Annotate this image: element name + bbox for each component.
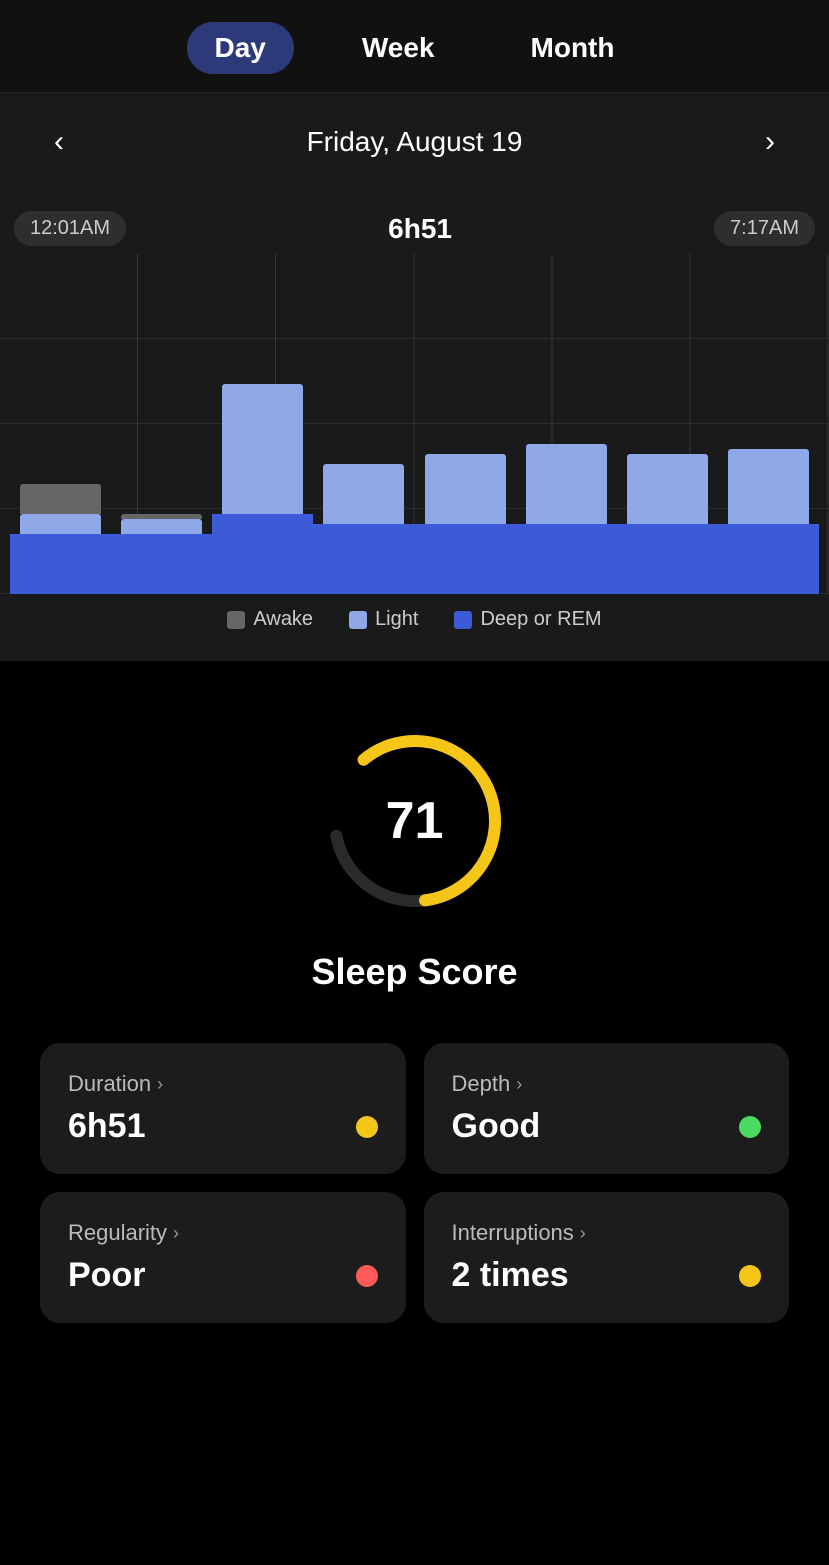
bar-deep-2 [212, 514, 313, 594]
time-labels: 12:01AM 6h51 7:17AM [0, 191, 829, 254]
end-time-badge: 7:17AM [714, 211, 815, 246]
bar-chart [0, 254, 829, 594]
bar-group-6 [617, 254, 718, 594]
metric-dot-interruptions [739, 1265, 761, 1287]
duration-label: 6h51 [388, 213, 452, 245]
bar-group-7 [718, 254, 819, 594]
bar-awake-0 [20, 484, 101, 514]
metric-header-regularity: Regularity › [68, 1220, 378, 1246]
chevron-icon-regularity: › [173, 1223, 179, 1244]
next-arrow[interactable]: › [751, 121, 789, 163]
metric-value-row-interruptions: 2 times [452, 1256, 762, 1295]
legend-deep: Deep or REM [454, 608, 601, 631]
metric-header-duration: Duration › [68, 1071, 378, 1097]
metrics-grid: Duration › 6h51 Depth › Good Regularity [20, 1043, 809, 1323]
score-section: 71 Sleep Score Duration › 6h51 Depth › G… [0, 661, 829, 1353]
bar-group-4 [415, 254, 516, 594]
bar-deep-3 [313, 524, 414, 594]
score-value: 71 [386, 791, 444, 851]
metric-card-interruptions[interactable]: Interruptions › 2 times [424, 1192, 790, 1323]
metric-value-regularity: Poor [68, 1256, 145, 1295]
sleep-score-label: Sleep Score [311, 951, 517, 993]
metric-dot-duration [356, 1116, 378, 1138]
metric-card-regularity[interactable]: Regularity › Poor [40, 1192, 406, 1323]
bar-deep-6 [617, 524, 718, 594]
date-navigation: ‹ Friday, August 19 › [0, 93, 829, 191]
metric-value-interruptions: 2 times [452, 1256, 569, 1295]
bar-light-5 [526, 444, 607, 524]
bar-light-0 [20, 514, 101, 534]
score-ring: 71 [315, 721, 515, 921]
bar-deep-7 [718, 524, 819, 594]
tab-week[interactable]: Week [334, 22, 463, 74]
tab-month[interactable]: Month [503, 22, 643, 74]
metric-card-duration[interactable]: Duration › 6h51 [40, 1043, 406, 1174]
chevron-icon-interruptions: › [580, 1223, 586, 1244]
bar-deep-4 [415, 524, 516, 594]
bar-group-0 [10, 254, 111, 594]
bar-light-2 [222, 384, 303, 514]
metric-value-row-depth: Good [452, 1107, 762, 1146]
bar-group-5 [516, 254, 617, 594]
light-dot [349, 611, 367, 629]
legend-light: Light [349, 608, 418, 631]
metric-value-duration: 6h51 [68, 1107, 146, 1146]
metric-card-depth[interactable]: Depth › Good [424, 1043, 790, 1174]
metric-value-row-regularity: Poor [68, 1256, 378, 1295]
tab-bar: Day Week Month [0, 0, 829, 93]
prev-arrow[interactable]: ‹ [40, 121, 78, 163]
metric-dot-regularity [356, 1265, 378, 1287]
bar-group-1 [111, 254, 212, 594]
bar-group-2 [212, 254, 313, 594]
current-date: Friday, August 19 [307, 126, 523, 158]
tab-day[interactable]: Day [187, 22, 294, 74]
bar-light-1 [121, 519, 202, 534]
metric-dot-depth [739, 1116, 761, 1138]
legend-awake: Awake [227, 608, 313, 631]
metric-header-interruptions: Interruptions › [452, 1220, 762, 1246]
sleep-chart-area: 12:01AM 6h51 7:17AM Awake Light Deep or … [0, 191, 829, 661]
bar-deep-1 [111, 534, 212, 594]
bar-deep-5 [516, 524, 617, 594]
bar-light-4 [425, 454, 506, 524]
start-time-badge: 12:01AM [14, 211, 126, 246]
bar-light-7 [728, 449, 809, 524]
chevron-icon-depth: › [516, 1074, 522, 1095]
bar-light-3 [323, 464, 404, 524]
bar-deep-0 [10, 534, 111, 594]
bar-light-6 [627, 454, 708, 524]
deep-dot [454, 611, 472, 629]
awake-dot [227, 611, 245, 629]
metric-header-depth: Depth › [452, 1071, 762, 1097]
chevron-icon-duration: › [157, 1074, 163, 1095]
chart-legend: Awake Light Deep or REM [0, 594, 829, 641]
bar-group-3 [313, 254, 414, 594]
metric-value-row-duration: 6h51 [68, 1107, 378, 1146]
metric-value-depth: Good [452, 1107, 541, 1146]
